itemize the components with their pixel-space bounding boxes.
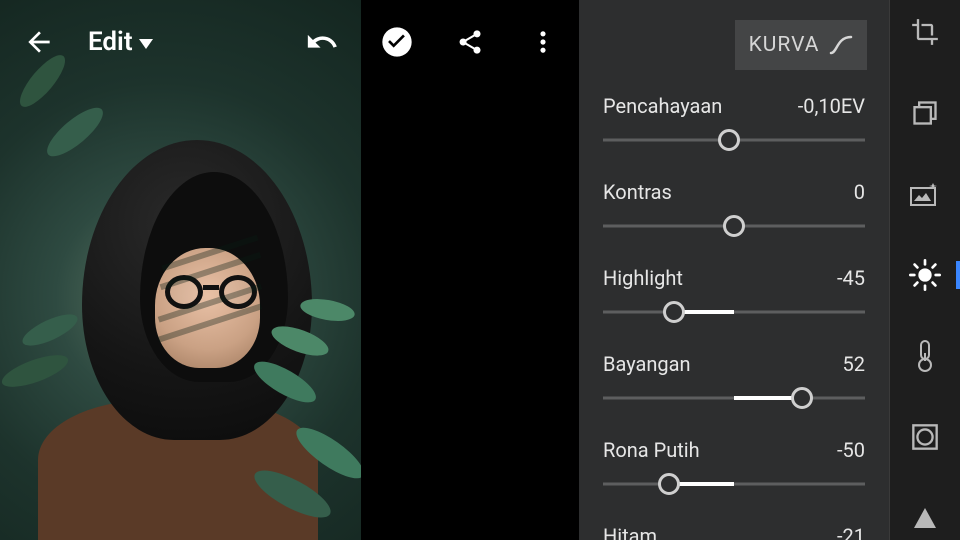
tool-color[interactable] (890, 335, 960, 378)
light-panel: KURVA Pencahayaan -0,10EV Kontras 0 Highligh… (579, 0, 889, 540)
curve-button[interactable]: KURVA (735, 20, 867, 70)
slider-label: Kontras (603, 180, 672, 204)
slider-track[interactable] (603, 128, 865, 152)
slider-value: 52 (843, 352, 865, 376)
slider-highlight: Highlight -45 (603, 266, 865, 324)
slider-label: Highlight (603, 266, 683, 290)
slider-track[interactable] (603, 300, 865, 324)
arrow-left-icon (23, 26, 55, 58)
slider-thumb[interactable] (791, 387, 813, 409)
slider-track[interactable] (603, 472, 865, 496)
slider-thumb[interactable] (663, 301, 685, 323)
caret-down-icon (139, 39, 153, 49)
versions-icon (911, 99, 939, 127)
slider-value: -21 (837, 524, 865, 540)
canvas-gap (361, 0, 579, 540)
slider-rona-putih: Rona Putih -50 (603, 438, 865, 496)
photo-preview[interactable]: Edit (0, 0, 361, 540)
curve-label: KURVA (749, 33, 820, 57)
slider-track[interactable] (603, 386, 865, 410)
more-vert-icon (529, 28, 557, 56)
slider-track[interactable] (603, 214, 865, 238)
more-button[interactable] (522, 21, 564, 63)
light-icon (909, 259, 941, 291)
color-temp-icon (913, 339, 937, 373)
share-button[interactable] (449, 21, 491, 63)
slider-bayangan: Bayangan 52 (603, 352, 865, 410)
slider-value: -50 (837, 438, 865, 462)
slider-label: Hitam (603, 524, 657, 540)
undo-icon (305, 25, 339, 59)
tool-light[interactable] (890, 253, 960, 296)
vignette-icon (911, 423, 939, 451)
slider-label: Pencahayaan (603, 94, 722, 118)
tool-versions[interactable] (890, 91, 960, 134)
slider-label: Bayangan (603, 352, 691, 376)
slider-label: Rona Putih (603, 438, 700, 462)
slider-value: 0 (854, 180, 865, 204)
right-toolbar (889, 0, 960, 540)
slider-hitam: Hitam -21 (603, 524, 865, 540)
slider-thumb[interactable] (718, 129, 740, 151)
slider-thumb[interactable] (723, 215, 745, 237)
triangle-icon (912, 506, 938, 530)
curve-icon (829, 35, 853, 55)
tool-presets[interactable] (890, 172, 960, 215)
slider-value: -0,10EV (798, 94, 865, 118)
undo-button[interactable] (301, 21, 343, 63)
edit-mode-dropdown[interactable]: Edit (88, 27, 153, 57)
slider-pencahayaan: Pencahayaan -0,10EV (603, 94, 865, 152)
presets-icon (910, 181, 940, 207)
tool-detail[interactable] (890, 497, 960, 540)
confirm-button[interactable] (376, 21, 418, 63)
slider-kontras: Kontras 0 (603, 180, 865, 238)
tool-crop[interactable] (890, 10, 960, 53)
share-icon (456, 28, 484, 56)
check-circle-icon (381, 26, 413, 58)
slider-value: -45 (837, 266, 865, 290)
edit-label-text: Edit (88, 27, 133, 57)
back-button[interactable] (18, 21, 60, 63)
tool-effects[interactable] (890, 416, 960, 459)
slider-thumb[interactable] (658, 473, 680, 495)
crop-icon (911, 18, 939, 46)
